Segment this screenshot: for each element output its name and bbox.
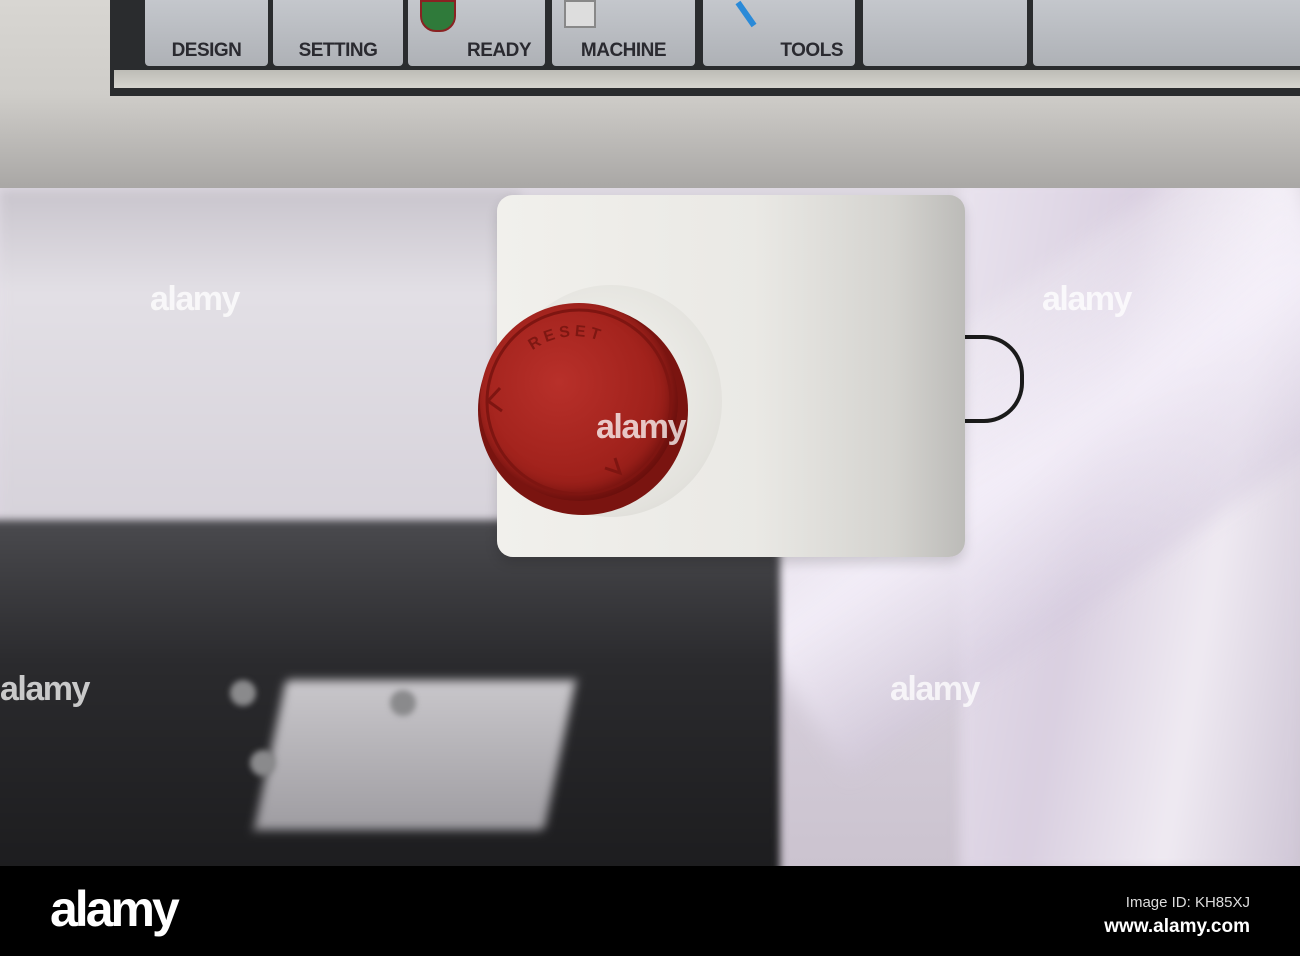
watermark: alamy — [890, 670, 980, 708]
tab-tools[interactable]: TOOLS — [703, 0, 855, 66]
tab-setting[interactable]: SETTING — [273, 0, 403, 66]
touch-screen: DESIGN SETTING READY MACHINE TOOLS — [110, 0, 1300, 96]
screw — [390, 690, 416, 716]
watermark: alamy — [596, 408, 686, 446]
photo-scene: DESIGN SETTING READY MACHINE TOOLS RESET — [0, 0, 1300, 866]
watermark: alamy — [0, 670, 90, 708]
footer-bar: alamy Image ID: KH85XJ www.alamy.com — [0, 866, 1300, 956]
emergency-stop-button[interactable]: RESET — [480, 303, 678, 501]
tab-design[interactable]: DESIGN — [145, 0, 268, 66]
tab-blank[interactable] — [863, 0, 1027, 66]
screw — [230, 680, 256, 706]
reset-label: RESET — [526, 323, 603, 354]
background-machine-body — [0, 190, 520, 530]
alamy-logo: alamy — [50, 881, 180, 937]
tab-machine[interactable]: MACHINE — [552, 0, 695, 66]
watermark: alamy — [1042, 280, 1132, 318]
network-icon — [564, 0, 596, 28]
tools-icon — [735, 0, 757, 28]
screw — [250, 750, 276, 776]
watermark: alamy — [150, 280, 240, 318]
shield-check-icon — [420, 0, 456, 32]
image-id: Image ID: KH85XJ — [1125, 894, 1250, 911]
tab-blank[interactable] — [1033, 0, 1300, 66]
tab-ready[interactable]: READY — [408, 0, 545, 66]
site-url: www.alamy.com — [1104, 916, 1250, 937]
svg-text:RESET: RESET — [526, 323, 607, 354]
monitor-bezel: DESIGN SETTING READY MACHINE TOOLS — [0, 0, 1300, 188]
